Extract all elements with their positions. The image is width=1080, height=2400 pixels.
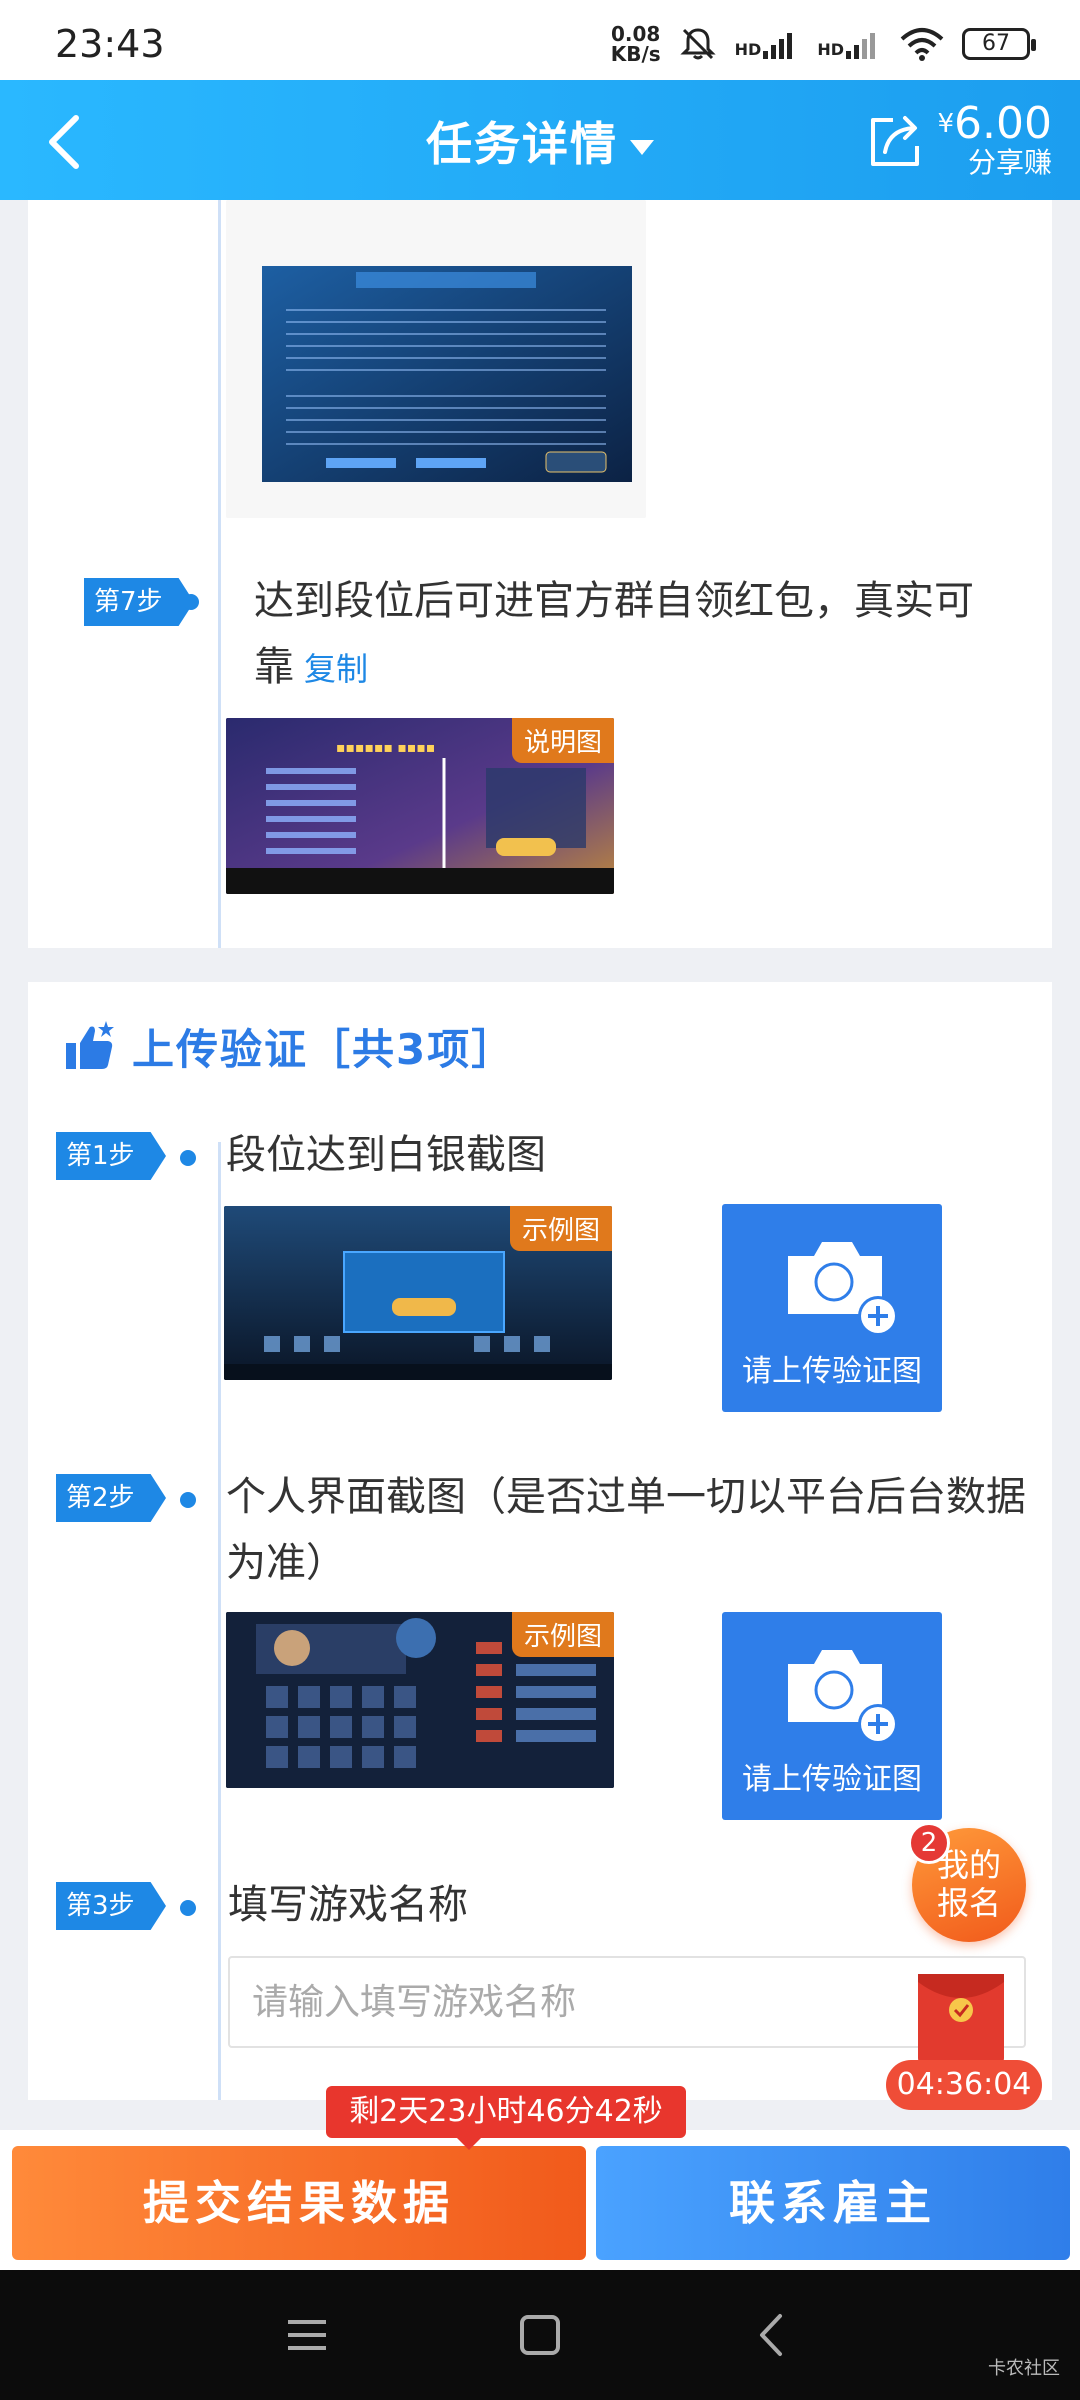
camera-plus-icon bbox=[788, 1650, 898, 1744]
upload-section-title: 上传验证［共3项］ bbox=[132, 1025, 516, 1074]
home-icon[interactable] bbox=[515, 2310, 565, 2360]
timeline-dot bbox=[180, 1900, 196, 1916]
signal-bars-icon bbox=[846, 33, 875, 59]
my-signup-button[interactable]: 2 我的报名 bbox=[908, 1822, 1026, 1942]
image-tag: 说明图 bbox=[511, 718, 614, 763]
red-envelope-icon[interactable] bbox=[912, 1970, 1010, 2070]
timeline-dot bbox=[180, 1150, 196, 1166]
share-label: 分享赚 bbox=[967, 146, 1052, 179]
signup-count-badge: 2 bbox=[908, 1822, 950, 1864]
example-image-tag: 示例图 bbox=[511, 1612, 614, 1657]
timeline-line bbox=[218, 1142, 221, 2100]
status-time: 23:43 bbox=[55, 22, 165, 66]
signal-2: HD bbox=[817, 29, 882, 59]
chevron-down-icon bbox=[630, 140, 654, 155]
system-nav-bar bbox=[0, 2270, 1080, 2400]
task-steps-card: 第7步 达到段位后可进官方群自领红包，真实可靠 复制 ▪▪▪▪▪▪ ▪▪▪▪ 说明… bbox=[28, 200, 1052, 948]
step-badge-2: 第2步 bbox=[56, 1474, 166, 1522]
screenshot-image bbox=[226, 200, 646, 518]
envelope-timer: 04:36:04 bbox=[886, 2060, 1042, 2110]
net-speed-unit: KB/s bbox=[610, 42, 661, 66]
wifi-icon bbox=[900, 28, 944, 61]
step-3-text: 填写游戏名称 bbox=[228, 1882, 468, 1928]
my-signup-label: 我的报名 bbox=[936, 1846, 1001, 1922]
menu-icon[interactable] bbox=[282, 2310, 332, 2360]
step-7-description: 达到段位后可进官方群自领红包，真实可靠 复制 bbox=[254, 568, 1002, 702]
copy-link[interactable]: 复制 bbox=[304, 650, 368, 688]
timeline-dot bbox=[183, 594, 199, 610]
step-badge-1: 第1步 bbox=[56, 1132, 166, 1180]
timeline-line bbox=[218, 200, 221, 948]
previous-step-image[interactable] bbox=[226, 200, 646, 518]
mute-bell-icon bbox=[680, 28, 716, 60]
page-title: 任务详情 bbox=[426, 117, 618, 171]
step-badge-7: 第7步 bbox=[84, 578, 194, 626]
step-2-text: 个人界面截图（是否过单一切以平台后台数据为准） bbox=[226, 1474, 1026, 1586]
upload-image-button-1[interactable]: 请上传验证图 bbox=[722, 1204, 942, 1412]
step-1-text: 段位达到白银截图 bbox=[226, 1132, 546, 1178]
back-icon[interactable] bbox=[748, 2310, 798, 2360]
net-speed: 0.08 KB/s bbox=[611, 24, 661, 64]
signal-1-label: HD bbox=[734, 40, 762, 59]
step-2-example-image[interactable]: 示例图 bbox=[226, 1612, 614, 1788]
upload-label: 请上传验证图 bbox=[742, 1354, 922, 1389]
signal-2-label: HD bbox=[817, 40, 844, 59]
share-currency: ¥ bbox=[937, 109, 955, 139]
net-speed-value: 0.08 bbox=[611, 22, 661, 46]
signal-1: HD bbox=[735, 29, 800, 59]
signal-bars-icon bbox=[763, 33, 793, 59]
step-1-example-image[interactable]: 示例图 bbox=[224, 1206, 612, 1380]
share-icon bbox=[871, 116, 920, 166]
watermark: 卡农社区 bbox=[988, 2358, 1060, 2379]
battery-indicator: 67 bbox=[962, 28, 1036, 60]
step-badge-3: 第3步 bbox=[56, 1882, 166, 1930]
example-image-tag: 示例图 bbox=[509, 1206, 612, 1251]
share-amount: 6.00 bbox=[954, 98, 1052, 149]
step-7-image[interactable]: ▪▪▪▪▪▪ ▪▪▪▪ 说明图 bbox=[226, 718, 614, 894]
camera-plus-icon bbox=[788, 1242, 898, 1336]
timeline-dot bbox=[180, 1492, 196, 1508]
upload-label: 请上传验证图 bbox=[742, 1762, 922, 1797]
share-earn-button[interactable]: ¥6.00 分享赚 bbox=[865, 100, 1052, 182]
status-bar: 23:43 0.08 KB/s HD HD 67 bbox=[0, 0, 1080, 80]
upload-section-header: 上传验证［共3项］ bbox=[62, 1016, 515, 1077]
deadline-countdown: 剩2天23小时46分42秒 bbox=[326, 2086, 686, 2150]
svg-text:▪▪▪▪▪▪ ▪▪▪▪: ▪▪▪▪▪▪ ▪▪▪▪ bbox=[336, 740, 435, 756]
app-header: 任务详情 ¥6.00 分享赚 bbox=[0, 80, 1080, 200]
upload-image-button-2[interactable]: 请上传验证图 bbox=[722, 1612, 942, 1820]
status-icons: 0.08 KB/s HD HD 67 bbox=[611, 24, 1036, 64]
submit-results-button[interactable]: 提交结果数据 bbox=[12, 2146, 586, 2260]
game-name-input[interactable] bbox=[228, 1956, 1026, 2048]
contact-employer-button[interactable]: 联系雇主 bbox=[596, 2146, 1070, 2260]
thumbs-up-icon bbox=[66, 1020, 114, 1069]
